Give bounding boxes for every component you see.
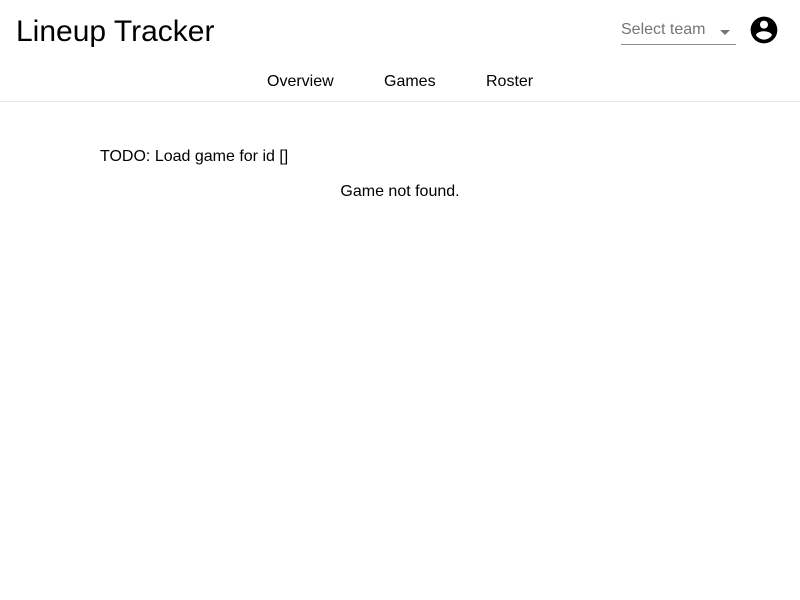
tab-overview[interactable]: Overview (267, 70, 334, 94)
tab-games[interactable]: Games (384, 70, 436, 94)
team-select-placeholder: Select team (621, 21, 706, 38)
app-title: Lineup Tracker (16, 15, 215, 48)
account-button[interactable] (748, 14, 780, 46)
team-select-dropdown[interactable]: Select team (621, 18, 736, 45)
tab-roster[interactable]: Roster (486, 70, 533, 94)
arrow-drop-down-icon (720, 30, 730, 35)
account-circle-icon (750, 16, 778, 44)
app-header: Lineup Tracker Select team Overview Game… (0, 0, 800, 102)
game-not-found-message: Game not found. (340, 183, 460, 200)
nav-tabs: Overview Games Roster (0, 70, 800, 96)
todo-message: TODO: Load game for id [] (100, 148, 289, 165)
